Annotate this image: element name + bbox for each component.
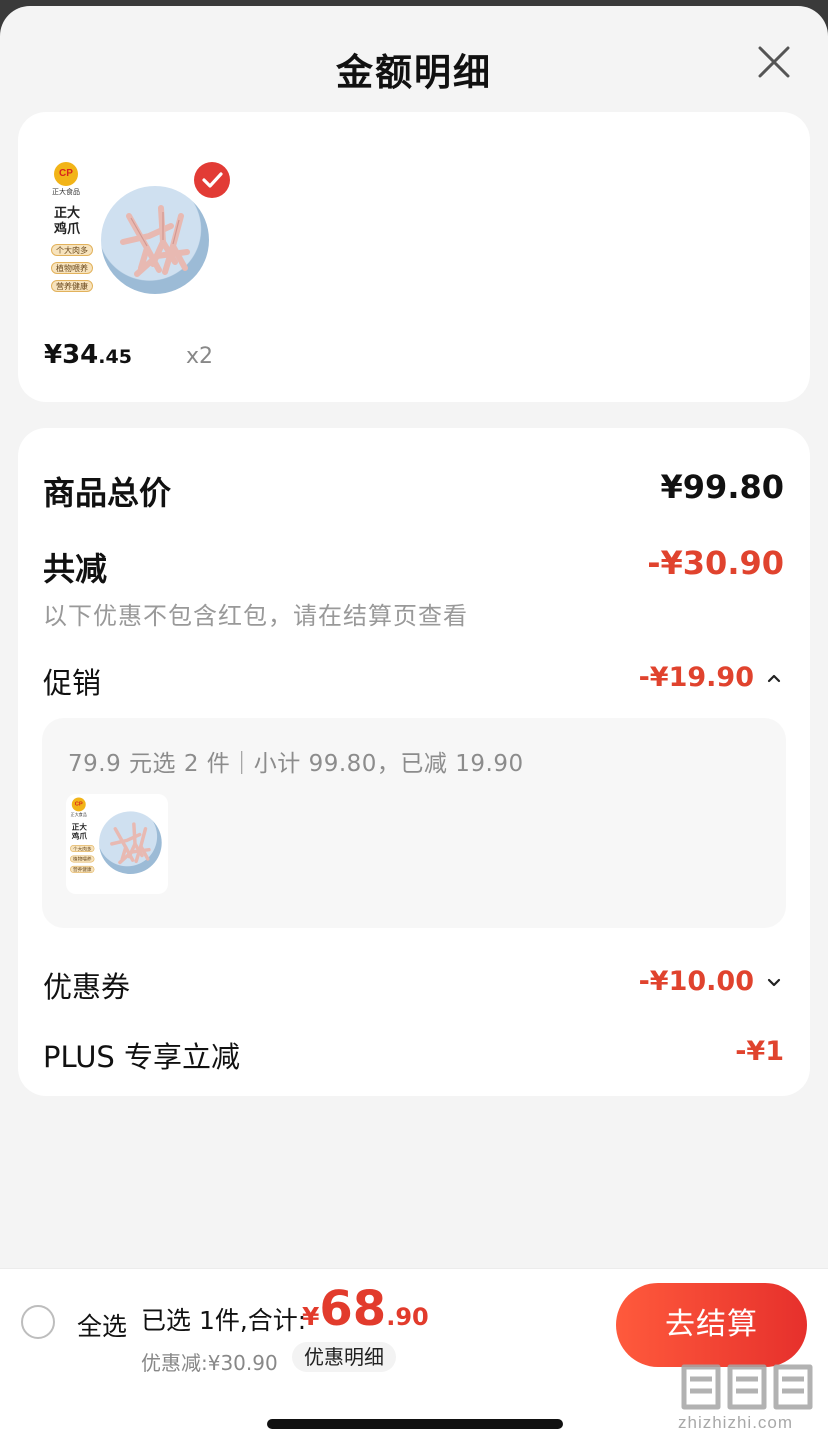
currency-symbol: ¥ (302, 1302, 320, 1331)
chevron-up-icon (764, 668, 784, 688)
chicken-feet-plate (101, 186, 209, 294)
sheet-title: 金额明细 (336, 51, 492, 94)
watermark-text: zhizhizhi.com (678, 1413, 794, 1432)
checkout-bar: 全选 已选 1件,合计: ¥68.90 优惠减:¥30.90 优惠明细 去结算 … (0, 1268, 828, 1440)
checkout-button[interactable]: 去结算 (616, 1283, 807, 1367)
coupon-value: -¥10.00 (638, 966, 754, 997)
close-button[interactable] (752, 40, 796, 84)
promotion-product-thumbnail[interactable]: CP 正大食品 正大鸡爪 个大肉多 植物喂养 营养健康 (66, 794, 168, 894)
product-item[interactable]: CP 正大食品 正大鸡爪 个大肉多 植物喂养 营养健康 (44, 156, 230, 316)
brand-logo: CP (54, 162, 78, 186)
currency-symbol: ¥ (44, 340, 63, 370)
saved-amount-text: 优惠减:¥30.90 (141, 1351, 278, 1375)
grand-total: ¥68.90 (302, 1281, 429, 1337)
product-card: CP 正大食品 正大鸡爪 个大肉多 植物喂养 营养健康 ¥34.45 x2 (18, 112, 810, 402)
total-discount-label: 共减 (43, 550, 108, 588)
selected-checkbox[interactable] (194, 162, 230, 198)
coupon-label: 优惠券 (43, 970, 131, 1004)
promotion-label: 促销 (43, 666, 102, 700)
product-quantity: x2 (186, 344, 214, 369)
promotion-description: 79.9 元选 2 件｜小计 99.80，已减 19.90 (68, 751, 524, 777)
product-tag: 植物喂养 (51, 262, 93, 274)
chevron-down-icon (764, 972, 784, 992)
product-price: ¥34.45 (44, 340, 132, 370)
price-decimal: .45 (98, 346, 132, 368)
price-summary-card: 商品总价 ¥99.80 共减 -¥30.90 以下优惠不包含红包，请在结算页查看… (18, 428, 810, 1096)
product-tag: 植物喂养 (70, 855, 95, 863)
total-decimal: .90 (386, 1303, 429, 1331)
promotion-value: -¥19.90 (638, 662, 754, 693)
plus-discount-value: -¥1 (735, 1036, 784, 1067)
select-all-label[interactable]: 全选 (77, 1307, 127, 1343)
watermark: zhizhizhi.com (676, 1357, 822, 1437)
select-all-radio[interactable] (21, 1305, 55, 1339)
package-product-name: 正大鸡爪 (71, 823, 87, 841)
total-integer: 68 (319, 1281, 387, 1337)
watermark-logo-icon (676, 1357, 822, 1413)
total-discount-value: -¥30.90 (647, 544, 784, 582)
home-indicator (267, 1419, 563, 1429)
selected-count-text: 已选 1件,合计: (141, 1306, 307, 1335)
amount-detail-sheet: 金额明细 CP 正大食品 正大鸡爪 个大肉多 植物喂养 营养健康 ¥34.45 … (0, 6, 828, 1440)
price-integer: 34 (62, 340, 99, 370)
checkmark-icon (202, 172, 223, 188)
brand-name: 正大食品 (70, 812, 87, 818)
product-tag: 营养健康 (51, 280, 93, 292)
coupon-toggle[interactable]: -¥10.00 (639, 966, 784, 997)
plus-discount-label: PLUS 专享立减 (43, 1040, 241, 1074)
chicken-feet-plate (99, 811, 162, 875)
total-price-value: ¥99.80 (660, 468, 784, 506)
close-icon (758, 46, 790, 78)
promotion-detail-box: 79.9 元选 2 件｜小计 99.80，已减 19.90 CP 正大食品 正大… (42, 718, 786, 928)
product-tag: 个大肉多 (70, 845, 95, 852)
promotion-toggle[interactable]: -¥19.90 (639, 662, 784, 693)
brand-logo: CP (71, 797, 86, 812)
product-tag: 营养健康 (70, 865, 95, 873)
brand-name: 正大食品 (52, 188, 80, 196)
discount-note: 以下优惠不包含红包，请在结算页查看 (43, 602, 468, 630)
package-product-name: 正大鸡爪 (54, 206, 81, 237)
product-tag: 个大肉多 (51, 244, 93, 256)
total-price-label: 商品总价 (43, 474, 172, 512)
discount-detail-button[interactable]: 优惠明细 (292, 1342, 396, 1372)
